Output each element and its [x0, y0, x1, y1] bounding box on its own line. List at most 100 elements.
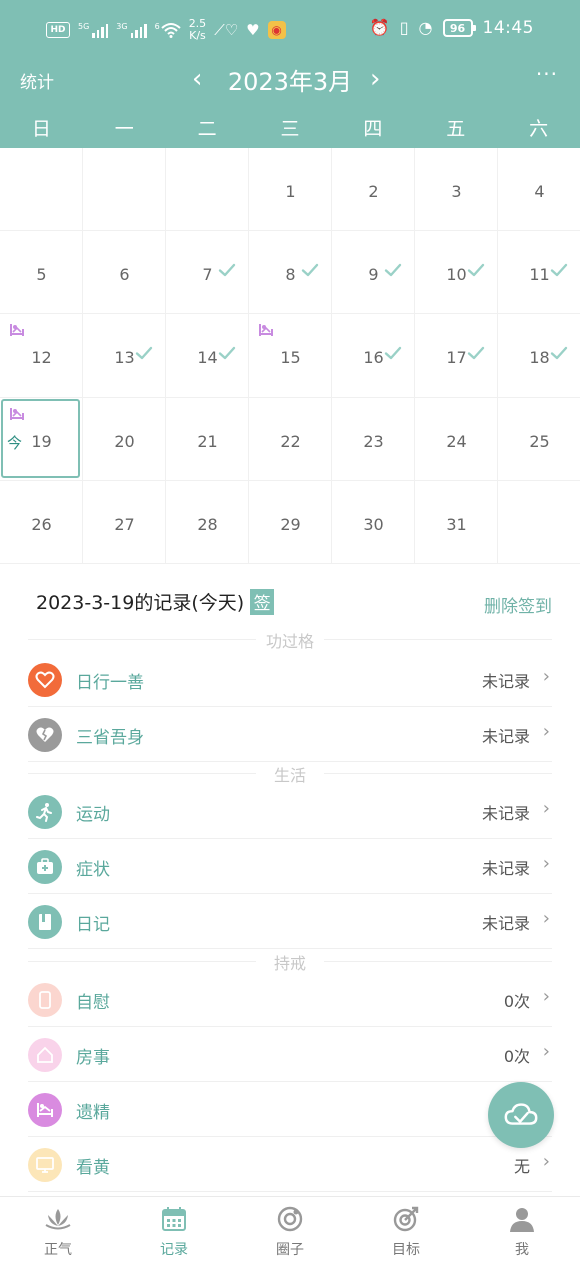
day-number: 21	[197, 431, 218, 451]
calendar-day-cell[interactable]: 9	[332, 231, 415, 315]
record-row[interactable]: 三省吾身 未记录 ›	[28, 707, 552, 762]
app-header: HD 5G 3G 6 2.5 K/s ⟋♡ ♥ ◉ ⏰ ▯ ◔ 96 14:45…	[0, 0, 580, 148]
check-icon	[218, 261, 236, 279]
delete-sign-button[interactable]: 删除签到	[484, 592, 552, 617]
calendar-day-cell[interactable]: 29	[249, 480, 332, 564]
prev-month-icon[interactable]: ‹	[192, 64, 202, 94]
weekday-header: 日 一 二 三 四 五 六	[0, 114, 580, 144]
record-label: 日记	[76, 915, 110, 935]
hd-badge: HD	[46, 22, 70, 38]
data-saver-icon: ◔	[418, 18, 433, 37]
calendar-day-cell[interactable]: 30	[332, 480, 415, 564]
day-number: 9	[368, 265, 379, 285]
calendar-day-cell[interactable]: 26	[0, 480, 83, 564]
calendar-day-cell[interactable]: 2	[332, 148, 415, 232]
chevron-right-icon: ›	[542, 1041, 550, 1062]
chevron-right-icon: ›	[542, 908, 550, 929]
signal-label-2: 3G	[116, 22, 128, 31]
record-value: 0次	[503, 1047, 530, 1066]
calendar-day-cell[interactable]: 25	[498, 398, 580, 481]
user-icon	[508, 1205, 536, 1233]
record-row[interactable]: 房事 0次 ›	[28, 1027, 552, 1082]
alarm-icon: ⏰	[369, 18, 390, 37]
weekday-mon: 一	[114, 118, 134, 140]
calendar-day-cell[interactable]: 22	[249, 397, 332, 481]
tab-lotus[interactable]: 正气	[0, 1197, 116, 1262]
next-month-icon[interactable]: ›	[370, 64, 380, 94]
calendar-day-cell[interactable]: 17	[415, 314, 498, 398]
weekday-thu: 四	[363, 118, 383, 140]
day-number: 16	[363, 348, 384, 368]
record-label: 房事	[76, 1048, 110, 1068]
signal-icon: 5G	[78, 22, 109, 38]
record-label: 遗精	[76, 1103, 110, 1123]
medical-kit-icon	[28, 850, 62, 884]
calendar-day-cell[interactable]: 28	[166, 480, 249, 564]
signal-label: 5G	[78, 22, 90, 31]
calendar-navbar: 统计 ‹ 2023年3月 › ···	[0, 58, 580, 102]
calendar-day-cell[interactable]: 14	[166, 314, 249, 398]
calendar-day-cell[interactable]: 24	[415, 397, 498, 481]
cloud-sync-button[interactable]	[488, 1082, 554, 1148]
calendar-day-cell[interactable]: 8	[249, 231, 332, 315]
calendar-day-cell[interactable]: 27	[83, 480, 166, 564]
record-label: 症状	[76, 860, 110, 880]
phone-icon	[28, 983, 62, 1017]
calendar-day-cell[interactable]: 5	[0, 231, 83, 315]
tab-label: 正气	[44, 1242, 72, 1258]
day-number: 1	[285, 182, 296, 201]
calendar-day-cell[interactable]: 23	[332, 397, 415, 481]
record-row[interactable]: 日记 未记录 ›	[28, 894, 552, 949]
check-icon	[135, 344, 153, 362]
calendar-day-cell[interactable]: 1	[249, 148, 332, 232]
calendar-day-cell[interactable]: 31	[415, 480, 498, 564]
calendar-day-cell[interactable]: 21	[166, 397, 249, 481]
day-number: 29	[280, 514, 301, 534]
bed-mark-icon	[258, 322, 274, 337]
chevron-right-icon: ›	[542, 986, 550, 1007]
tab-label: 圈子	[276, 1242, 304, 1258]
record-row[interactable]: 症状 未记录 ›	[28, 839, 552, 894]
record-row[interactable]: 运动 未记录 ›	[28, 784, 552, 839]
calendar-day-cell[interactable]: 6	[83, 231, 166, 315]
tab-calendar[interactable]: 记录	[116, 1197, 232, 1262]
record-row[interactable]: 自慰 0次 ›	[28, 972, 552, 1027]
notebook-icon	[28, 905, 62, 939]
check-icon	[301, 261, 319, 279]
calendar-day-cell[interactable]: 11	[498, 231, 580, 315]
today-tag: 今	[7, 433, 23, 452]
tab-circle[interactable]: 圈子	[232, 1197, 348, 1262]
calendar-day-cell[interactable]: 15	[249, 314, 332, 398]
check-icon	[384, 261, 402, 279]
day-number: 13	[114, 348, 135, 368]
day-number: 6	[119, 265, 130, 285]
weekday-sun: 日	[31, 118, 51, 140]
section-title: 生活	[273, 766, 306, 785]
calendar-icon	[160, 1205, 188, 1233]
month-title: 2023年3月	[227, 68, 353, 96]
calendar-day-cell[interactable]: 19 今	[0, 397, 83, 481]
record-header: 2023-3-19的记录(今天) 签	[36, 588, 275, 615]
record-row[interactable]: 遗精›	[28, 1082, 552, 1137]
tab-user[interactable]: 我	[464, 1197, 580, 1262]
calendar-day-cell[interactable]: 7	[166, 231, 249, 315]
record-row[interactable]: 看黄 无 ›	[28, 1137, 552, 1192]
calendar-day-cell[interactable]: 3	[415, 148, 498, 232]
stats-button[interactable]: 统计	[20, 68, 54, 93]
more-options-icon[interactable]: ···	[536, 62, 558, 86]
calendar-day-cell[interactable]: 13	[83, 314, 166, 398]
status-time: 14:45	[482, 18, 534, 38]
tab-target[interactable]: 目标	[348, 1197, 464, 1262]
house-icon	[28, 1038, 62, 1072]
calendar-day-cell[interactable]: 20	[83, 397, 166, 481]
heart-icon	[28, 663, 62, 697]
calendar-day-cell[interactable]: 18	[498, 314, 580, 398]
cloud-sync-icon	[504, 1103, 538, 1125]
calendar-day-cell[interactable]: 16	[332, 314, 415, 398]
calendar-day-cell[interactable]: 10	[415, 231, 498, 315]
day-number: 4	[534, 182, 545, 201]
calendar-day-cell[interactable]: 4	[498, 148, 580, 232]
calendar-day-cell[interactable]: 12	[0, 314, 83, 398]
record-row[interactable]: 日行一善 未记录 ›	[28, 652, 552, 707]
bed-mark-icon	[9, 322, 25, 337]
